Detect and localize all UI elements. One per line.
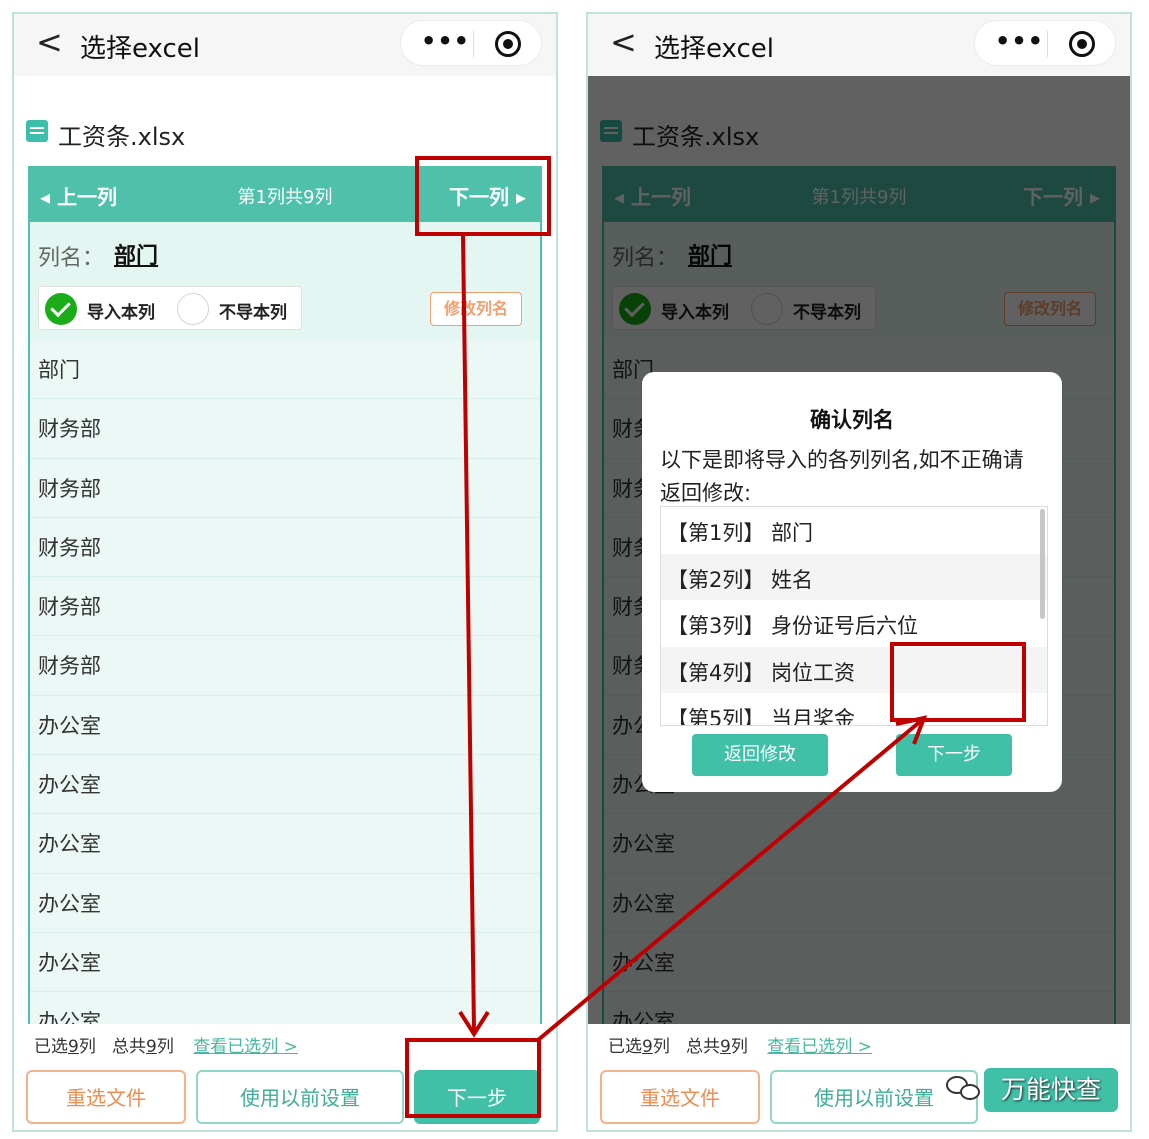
list-item: 【第2列】 姓名	[661, 553, 1047, 600]
watermark-text: 万能快查	[984, 1068, 1118, 1112]
use-previous-settings-button[interactable]: 使用以前设置	[196, 1070, 404, 1124]
selected-prefix: 已选	[34, 1037, 68, 1057]
list-item: 办公室	[30, 695, 540, 756]
more-icon[interactable]: •••	[995, 27, 1044, 55]
selected-prefix: 已选	[608, 1037, 642, 1057]
list-item: 财务部	[30, 577, 540, 637]
list-item: 财务部	[30, 399, 540, 459]
right-phone-screen: < 选择excel ••• 工资条.xlsx ◂ 上一列 第1列共9列 下一列 …	[586, 12, 1132, 1132]
total-prefix: 总共	[686, 1037, 721, 1057]
import-radio-group: 导入本列 不导本列	[38, 286, 302, 330]
list-item: 办公室	[30, 755, 540, 815]
total-suffix: 列	[730, 1037, 748, 1057]
page-title: 选择excel	[654, 34, 774, 64]
list-scrollbar[interactable]	[1040, 509, 1045, 619]
list-item: 财务部	[30, 458, 540, 518]
title-bar: < 选择excel •••	[588, 14, 1130, 76]
selected-count: 9	[68, 1037, 79, 1057]
close-miniprogram-icon[interactable]	[495, 31, 521, 57]
list-item: 办公室	[30, 992, 540, 1024]
list-item: 【第3列】 身份证号后六位	[667, 614, 919, 638]
column-name-value[interactable]: 部门	[114, 238, 158, 270]
list-item: 办公室	[30, 873, 540, 933]
total-prefix: 总共	[112, 1037, 147, 1057]
dialog-description: 以下是即将导入的各列列名,如不正确请返回修改:	[660, 448, 1024, 505]
wechat-icon	[944, 1074, 984, 1106]
view-selected-link[interactable]: 查看已选列 >	[193, 1037, 298, 1057]
list-item: 办公室	[30, 932, 540, 993]
selection-summary: 已选9列 总共9列 查看已选列 >	[608, 1032, 872, 1057]
back-icon[interactable]: <	[36, 26, 63, 58]
close-miniprogram-icon[interactable]	[1069, 31, 1095, 57]
page-title: 选择excel	[80, 34, 200, 64]
import-column-label[interactable]: 导入本列	[87, 298, 155, 323]
more-icon[interactable]: •••	[421, 27, 470, 55]
total-count: 9	[146, 1037, 157, 1057]
annotation-box-dialog-next	[890, 642, 1026, 722]
back-icon[interactable]: <	[610, 26, 637, 58]
dialog-title: 确认列名	[810, 408, 894, 432]
selected-suffix: 列	[78, 1037, 96, 1057]
watermark: 万能快查	[944, 1068, 1124, 1114]
spreadsheet-icon	[26, 120, 48, 142]
selected-suffix: 列	[652, 1037, 670, 1057]
column-name-label: 列名：	[38, 246, 105, 271]
column-values-list: 部门 财务部 财务部 财务部 财务部 财务部 办公室 办公室 办公室 办公室 办…	[30, 340, 540, 1024]
file-name: 工资条.xlsx	[58, 123, 186, 151]
menu-capsule: •••	[400, 20, 542, 66]
annotation-box-next-step	[405, 1038, 541, 1118]
total-count: 9	[720, 1037, 731, 1057]
list-item: 财务部	[30, 517, 540, 578]
reselect-file-button[interactable]: 重选文件	[26, 1070, 186, 1124]
annotation-box-next-column	[415, 156, 551, 236]
rename-column-button[interactable]: 修改列名	[430, 292, 522, 326]
skip-column-label[interactable]: 不导本列	[219, 298, 287, 323]
view-selected-link[interactable]: 查看已选列 >	[767, 1037, 872, 1057]
selection-summary: 已选9列 总共9列 查看已选列 >	[34, 1032, 298, 1057]
skip-radio-icon[interactable]	[177, 293, 209, 325]
back-to-edit-button[interactable]: 返回修改	[692, 734, 828, 776]
menu-capsule: •••	[974, 20, 1116, 66]
dialog-next-step-button[interactable]: 下一步	[896, 734, 1012, 776]
selected-count: 9	[642, 1037, 653, 1057]
capsule-divider	[473, 31, 474, 57]
list-item: 财务部	[30, 636, 540, 696]
import-radio-checked-icon[interactable]	[45, 293, 77, 325]
confirm-column-names-dialog: 确认列名 以下是即将导入的各列列名,如不正确请返回修改: 【第1列】 部门 【第…	[642, 372, 1062, 792]
modal-backdrop[interactable]: 确认列名 以下是即将导入的各列列名,如不正确请返回修改: 【第1列】 部门 【第…	[588, 76, 1130, 1024]
capsule-divider	[1047, 31, 1048, 57]
reselect-file-button[interactable]: 重选文件	[600, 1070, 760, 1124]
total-suffix: 列	[156, 1037, 174, 1057]
list-item: 【第1列】 部门	[667, 521, 814, 545]
list-item: 办公室	[30, 814, 540, 874]
column-table: ◂ 上一列 第1列共9列 下一列 ▸ 列名： 部门 导入本列 不导本列 修改列名…	[28, 166, 542, 1024]
column-header: 列名： 部门 导入本列 不导本列 修改列名	[30, 222, 540, 340]
list-item: 部门	[30, 340, 540, 400]
title-bar: < 选择excel •••	[14, 14, 556, 76]
